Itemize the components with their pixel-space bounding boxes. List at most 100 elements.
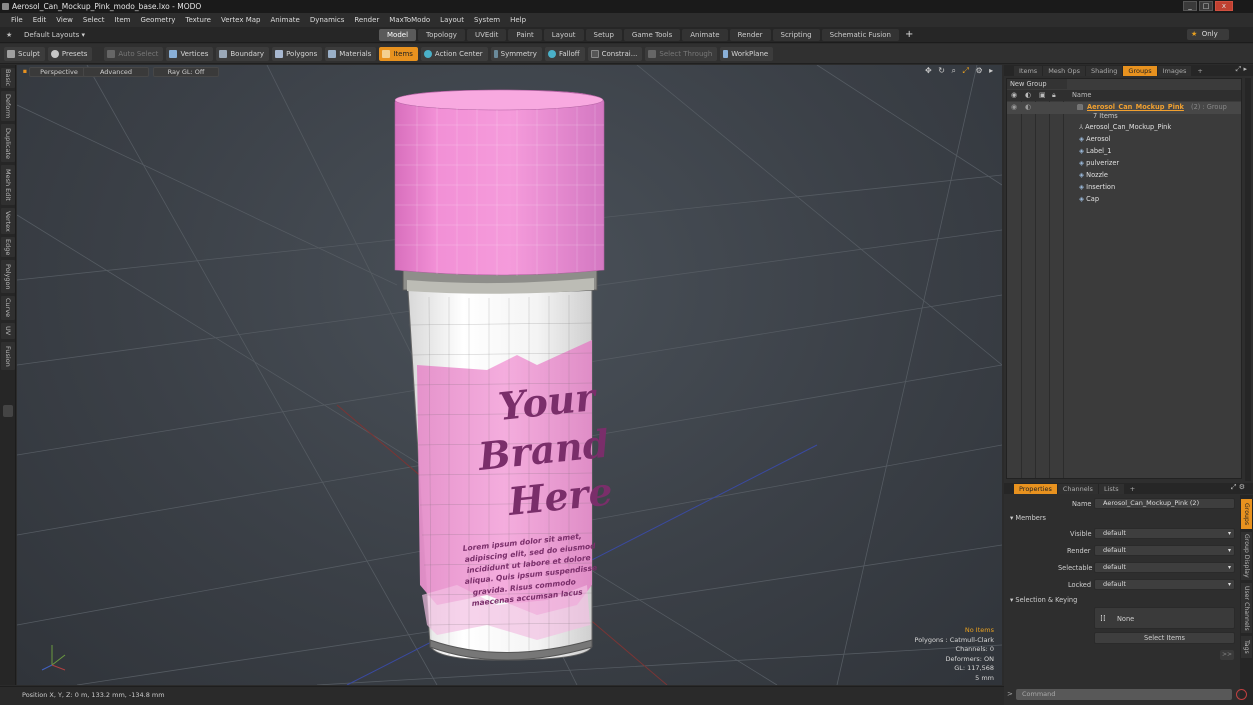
side-tab-tags[interactable]: Tags <box>1241 636 1252 658</box>
tab-paint[interactable]: Paint <box>508 28 542 41</box>
menu-texture[interactable]: Texture <box>180 13 216 27</box>
tab-model[interactable]: Model <box>379 28 417 41</box>
menu-system[interactable]: System <box>469 13 505 27</box>
members-section-toggle[interactable]: ▾ Members <box>1010 514 1046 522</box>
select-through-button[interactable]: Select Through <box>645 46 718 61</box>
selection-section-toggle[interactable]: ▾ Selection & Keying <box>1010 596 1077 604</box>
menu-layout[interactable]: Layout <box>435 13 469 27</box>
tab-lists[interactable]: Lists <box>1098 484 1124 494</box>
viewport-menu-icon[interactable]: ▪ <box>21 67 29 77</box>
left-tab-uv[interactable]: UV <box>1 323 15 339</box>
left-tab-mesh-edit[interactable]: Mesh Edit <box>1 165 15 205</box>
new-group-button[interactable]: New Group <box>1007 79 1067 89</box>
side-tab-group-display[interactable]: Group Display <box>1241 532 1252 580</box>
render-icon[interactable]: ◐ <box>1025 91 1031 99</box>
render-select[interactable]: default ▾ <box>1094 545 1235 556</box>
select-icon[interactable]: ▣ <box>1039 91 1046 99</box>
symmetry-button[interactable]: Symmetry <box>490 46 542 61</box>
constraints-button[interactable]: Constrai... <box>587 46 643 61</box>
group-name-field[interactable]: Aerosol_Can_Mockup_Pink (2) <box>1094 498 1235 509</box>
lock-icon[interactable]: 🔒︎ <box>1052 91 1056 100</box>
visibility-icon[interactable]: ◉ <box>1011 91 1017 99</box>
left-tab-polygon[interactable]: Polygon <box>1 260 15 293</box>
group-child-item[interactable]: ⅄ Aerosol_Can_Mockup_Pink <box>1079 122 1171 134</box>
3d-viewport[interactable]: Your Brand Here Lorem ipsum dolor sit am… <box>17 65 1002 685</box>
menu-dynamics[interactable]: Dynamics <box>305 13 350 27</box>
falloff-button[interactable]: Falloff <box>544 46 585 61</box>
only-toggle[interactable]: ★ Only <box>1187 29 1229 40</box>
menu-view[interactable]: View <box>51 13 78 27</box>
menu-select[interactable]: Select <box>78 13 110 27</box>
add-tab-button[interactable]: + <box>1192 66 1207 76</box>
group-child-item[interactable]: ◈ Cap <box>1079 194 1099 206</box>
menu-edit[interactable]: Edit <box>28 13 52 27</box>
ray-gl-button[interactable]: Ray GL: Off <box>153 67 219 77</box>
action-center-button[interactable]: Action Center <box>420 46 488 61</box>
group-child-item[interactable]: ◈ Label_1 <box>1079 146 1111 158</box>
groups-scrollbar[interactable] <box>1245 78 1251 481</box>
menu-vertex-map[interactable]: Vertex Map <box>216 13 266 27</box>
star-icon[interactable]: ★ <box>6 31 14 39</box>
render-icon[interactable]: ◐ <box>1025 102 1031 114</box>
minimize-button[interactable]: _ <box>1183 1 1197 11</box>
selectable-select[interactable]: default ▾ <box>1094 562 1235 573</box>
menu-geometry[interactable]: Geometry <box>135 13 180 27</box>
sculpt-button[interactable]: Sculpt <box>4 46 45 61</box>
tab-render[interactable]: Render <box>729 28 771 41</box>
perspective-button[interactable]: Perspective <box>29 67 89 77</box>
viewport-nav-icons[interactable]: ✥ ↻ ⌕ ⤢ ⚙ ▸ <box>925 66 995 76</box>
polygons-button[interactable]: Polygons <box>272 46 323 61</box>
side-tab-groups[interactable]: Groups <box>1241 499 1252 529</box>
tab-mesh-ops[interactable]: Mesh Ops <box>1043 66 1085 76</box>
tab-topology[interactable]: Topology <box>418 28 465 41</box>
shading-button[interactable]: Advanced <box>83 67 149 77</box>
groups-list[interactable]: New Group ◉ ◐ ▣ 🔒︎ Name ◉ ◐ ▤ Aerosol_Ca… <box>1006 78 1242 479</box>
left-tab-vertex[interactable]: Vertex <box>1 208 15 234</box>
side-tab-user-channels[interactable]: User Channels <box>1241 583 1252 633</box>
menu-file[interactable]: File <box>6 13 28 27</box>
menu-maxtomodo[interactable]: MaxToModo <box>384 13 435 27</box>
add-layout-button[interactable]: + <box>905 29 913 40</box>
add-props-tab-button[interactable]: + <box>1125 484 1140 494</box>
selection-none-field[interactable]: ⁞⁞ None <box>1094 607 1235 629</box>
visible-select[interactable]: default ▾ <box>1094 528 1235 539</box>
auto-select-button[interactable]: Auto Select <box>104 46 164 61</box>
tab-animate[interactable]: Animate <box>682 28 728 41</box>
group-child-item[interactable]: ◈ Insertion <box>1079 182 1115 194</box>
group-row[interactable]: ◉ ◐ ▤ Aerosol_Can_Mockup_Pink (2) : Grou… <box>1007 102 1241 114</box>
command-input[interactable]: Command <box>1016 689 1232 700</box>
menu-help[interactable]: Help <box>505 13 531 27</box>
tab-scripting[interactable]: Scripting <box>772 28 820 41</box>
group-child-item[interactable]: ◈ pulverizer <box>1079 158 1119 170</box>
presets-button[interactable]: Presets <box>47 46 93 61</box>
close-button[interactable]: x <box>1215 1 1233 11</box>
menu-item[interactable]: Item <box>110 13 136 27</box>
panel-options-icon[interactable]: ⤢ ▸ <box>1236 65 1247 74</box>
record-icon[interactable] <box>1236 689 1247 700</box>
select-items-button[interactable]: Select Items <box>1094 632 1235 644</box>
more-button[interactable]: >> <box>1220 650 1234 660</box>
items-button[interactable]: Items <box>379 46 418 61</box>
left-tab-fusion[interactable]: Fusion <box>1 342 15 370</box>
group-child-item[interactable]: ◈ Aerosol <box>1079 134 1111 146</box>
left-tab-basic[interactable]: Basic <box>1 68 15 88</box>
tab-layout[interactable]: Layout <box>543 28 584 41</box>
layout-select[interactable]: Default Layouts ▾ <box>24 31 379 39</box>
tab-images[interactable]: Images <box>1157 66 1192 76</box>
tab-uvedit[interactable]: UVEdit <box>466 28 507 41</box>
left-tab-deform[interactable]: Deform <box>1 91 15 121</box>
left-tab-duplicate[interactable]: Duplicate <box>1 124 15 162</box>
tab-groups[interactable]: Groups <box>1123 66 1157 76</box>
tab-channels[interactable]: Channels <box>1057 484 1098 494</box>
maximize-button[interactable]: □ <box>1199 1 1213 11</box>
group-child-item[interactable]: ◈ Nozzle <box>1079 170 1108 182</box>
menu-render[interactable]: Render <box>349 13 384 27</box>
vertices-button[interactable]: Vertices <box>166 46 214 61</box>
tab-schematic-fusion[interactable]: Schematic Fusion <box>821 28 899 41</box>
left-tab-curve[interactable]: Curve <box>1 296 15 320</box>
props-options-icon[interactable]: ⤢ ⚙ <box>1231 483 1245 492</box>
tab-setup[interactable]: Setup <box>585 28 622 41</box>
boundary-button[interactable]: Boundary <box>216 46 270 61</box>
panel-toggle-button[interactable] <box>3 405 13 417</box>
workplane-button[interactable]: WorkPlane <box>720 46 774 61</box>
